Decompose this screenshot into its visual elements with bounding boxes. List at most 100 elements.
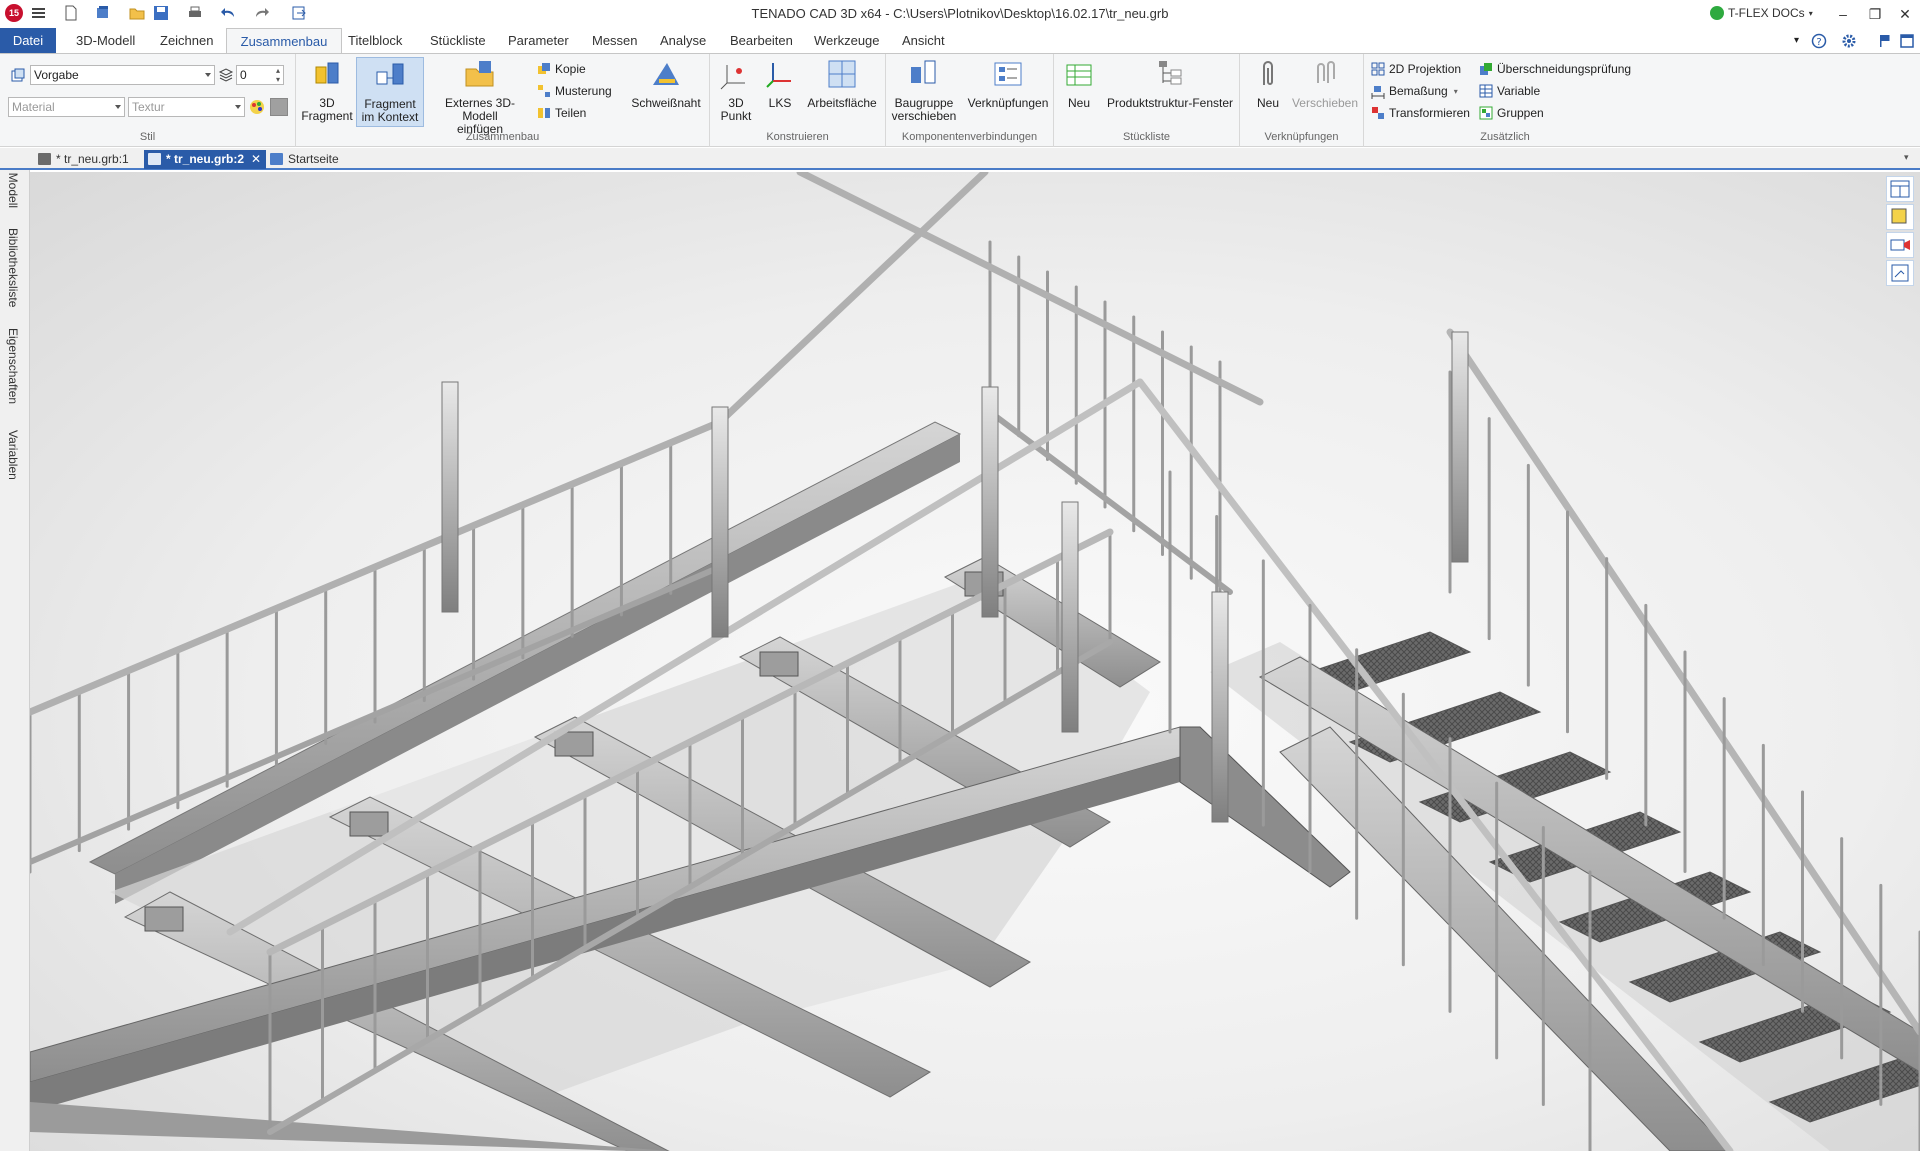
produktstruktur-fenster-button[interactable]: Produktstruktur-Fenster xyxy=(1102,57,1238,110)
ueberschneidungspruefung-button[interactable]: Überschneidungsprüfung xyxy=(1478,60,1631,78)
verknuepfungen-komponenten-button[interactable]: Verknüpfungen xyxy=(964,57,1052,110)
fragment-context-icon xyxy=(376,63,404,85)
doctab-3[interactable]: Startseite xyxy=(266,150,339,169)
stueckliste-neu-button[interactable]: Neu xyxy=(1058,57,1100,110)
restore-button[interactable]: ❐ xyxy=(1862,4,1888,24)
bemassung-button[interactable]: Bemaßung ▾ xyxy=(1370,82,1458,100)
tab-analyse[interactable]: Analyse xyxy=(652,28,714,54)
group-label-zusammenbau: Zusammenbau xyxy=(465,131,540,143)
gear-icon[interactable] xyxy=(1840,33,1858,49)
gruppen-button[interactable]: Gruppen xyxy=(1478,104,1544,122)
doctab-1[interactable]: * tr_neu.grb:1 xyxy=(34,150,129,169)
coordinate-system-icon xyxy=(766,63,791,88)
3d-punkt-button[interactable]: 3D Punkt xyxy=(712,57,760,123)
railing-post xyxy=(1061,501,1079,733)
lks-label: LKS xyxy=(768,96,792,110)
connections-icon xyxy=(994,62,1022,86)
tab-titelblock[interactable]: Titelblock xyxy=(340,28,410,54)
group-label-stil: Stil xyxy=(139,131,156,143)
side-tab-eigenschaften[interactable]: Eigenschaften xyxy=(6,328,20,404)
tab-datei[interactable]: Datei xyxy=(0,28,56,54)
schweissnaht-button[interactable]: Schweißnaht xyxy=(626,57,706,110)
group-konstruieren: 3D Punkt LKS Arbeitsfläche Konstruieren xyxy=(710,54,886,147)
bemassung-label: Bemaßung xyxy=(1389,84,1448,98)
tab-zusammenbau[interactable]: Zusammenbau xyxy=(226,28,342,54)
2d-projektion-button[interactable]: 2D Projektion xyxy=(1370,60,1461,78)
group-label-zusaetzlich: Zusätzlich xyxy=(1480,131,1530,143)
style-icon xyxy=(11,68,25,82)
close-tab-icon[interactable]: ✕ xyxy=(251,150,261,168)
window-layout-icon[interactable] xyxy=(1898,33,1916,49)
properties-tool[interactable] xyxy=(1886,260,1914,286)
tab-messen[interactable]: Messen xyxy=(584,28,646,54)
tab-bearbeiten[interactable]: Bearbeiten xyxy=(722,28,801,54)
tab-parameter[interactable]: Parameter xyxy=(500,28,577,54)
verschieben-label: Verschieben xyxy=(1291,96,1359,110)
schweissnaht-label: Schweißnaht xyxy=(631,96,701,110)
baugruppe-verschieben-button[interactable]: Baugruppe verschieben xyxy=(888,57,960,123)
doctab-2[interactable]: * tr_neu.grb:2 ✕ xyxy=(144,150,267,169)
tflex-docs-button[interactable]: T-FLEX DOCs ▾ xyxy=(1710,4,1813,22)
dimension-icon xyxy=(1371,86,1385,99)
verknuepfung-neu-button[interactable]: Neu xyxy=(1248,57,1288,110)
tab-stueckliste[interactable]: Stückliste xyxy=(422,28,494,54)
tab-zeichnen[interactable]: Zeichnen xyxy=(152,28,221,54)
tflex-docs-icon xyxy=(1710,6,1724,20)
kopie-button[interactable]: Kopie xyxy=(536,60,586,78)
verschieben-button[interactable]: Verschieben xyxy=(1290,57,1360,110)
svg-text:?: ? xyxy=(1816,37,1821,48)
ribbon: Vorgabe 0 ▴ ▾ Material Textur Stil 3D Frag… xyxy=(0,53,1920,147)
interference-icon xyxy=(1480,63,1492,75)
document-tabs: * tr_neu.grb:1 * tr_neu.grb:2 ✕ Startseit… xyxy=(0,148,1920,170)
color-swatch[interactable] xyxy=(270,98,288,116)
view-table-tool[interactable] xyxy=(1886,176,1914,202)
3d-fragment-button[interactable]: 3D Fragment xyxy=(298,57,356,123)
teilen-button[interactable]: Teilen xyxy=(536,104,586,122)
teilen-label: Teilen xyxy=(555,106,587,120)
transformieren-button[interactable]: Transformieren xyxy=(1370,104,1470,122)
tab-ansicht[interactable]: Ansicht xyxy=(894,28,953,54)
externes-3d-modell-button[interactable]: Externes 3D-Modell einfügen xyxy=(428,57,532,136)
left-side-panel: 3D Modell Bibliotheksliste Eigenschaften… xyxy=(0,148,30,1151)
close-button[interactable]: ✕ xyxy=(1892,4,1918,24)
flag-icon[interactable] xyxy=(1876,33,1894,49)
group-komponentenverbindungen: Baugruppe verschieben Verknüpfungen Komp… xyxy=(886,54,1054,147)
stueckliste-neu-label: Neu xyxy=(1067,96,1090,110)
variable-button[interactable]: Variable xyxy=(1478,82,1540,100)
group-zusaetzlich: 2D Projektion Bemaßung ▾ Transformieren Ü… xyxy=(1364,54,1646,147)
3d-point-icon xyxy=(720,65,745,90)
layers-icon xyxy=(218,68,234,82)
arbeitsflaeche-button[interactable]: Arbeitsfläche xyxy=(800,57,884,110)
arbeitsflaeche-label: Arbeitsfläche xyxy=(807,96,877,110)
material-combo[interactable]: Material xyxy=(8,97,125,117)
3d-viewport[interactable] xyxy=(30,172,1920,1151)
help-icon[interactable]: ? xyxy=(1810,33,1828,49)
chevron-down-icon[interactable]: ▾ xyxy=(1904,152,1909,163)
new-bom-icon xyxy=(1066,64,1092,86)
move-assembly-icon xyxy=(911,60,936,84)
side-tab-bibliotheksliste[interactable]: Bibliotheksliste xyxy=(6,228,20,307)
camera-tool[interactable] xyxy=(1886,232,1914,258)
top-handrail xyxy=(796,172,1264,406)
material-placeholder: Material xyxy=(12,100,55,114)
fragment-im-kontext-button[interactable]: Fragment im Kontext xyxy=(356,57,424,127)
sticky-note-tool[interactable] xyxy=(1886,204,1914,230)
minimize-button[interactable]: – xyxy=(1830,4,1856,24)
split-icon xyxy=(538,108,550,118)
musterung-button[interactable]: Musterung xyxy=(536,82,612,100)
side-tab-variablen[interactable]: Variablen xyxy=(6,430,20,480)
home-page-icon xyxy=(270,153,283,165)
weld-icon xyxy=(653,63,679,85)
lks-button[interactable]: LKS xyxy=(760,57,800,110)
layer-spinner[interactable]: 0 ▴ ▾ xyxy=(236,65,284,85)
3d-fragment-icon xyxy=(315,62,339,84)
color-palette-icon[interactable] xyxy=(248,98,266,116)
tab-werkzeuge[interactable]: Werkzeuge xyxy=(806,28,888,54)
style-combo[interactable]: Vorgabe xyxy=(30,65,215,85)
group-label-komponenten: Komponentenverbindungen xyxy=(901,131,1038,143)
tab-3d-modell[interactable]: 3D-Modell xyxy=(68,28,143,54)
texture-combo[interactable]: Textur xyxy=(128,97,245,117)
3d-fragment-label-2: Fragment xyxy=(301,109,353,123)
group-label-stueckliste: Stückliste xyxy=(1122,131,1171,143)
baugruppe-label-2: verschieben xyxy=(891,109,957,123)
